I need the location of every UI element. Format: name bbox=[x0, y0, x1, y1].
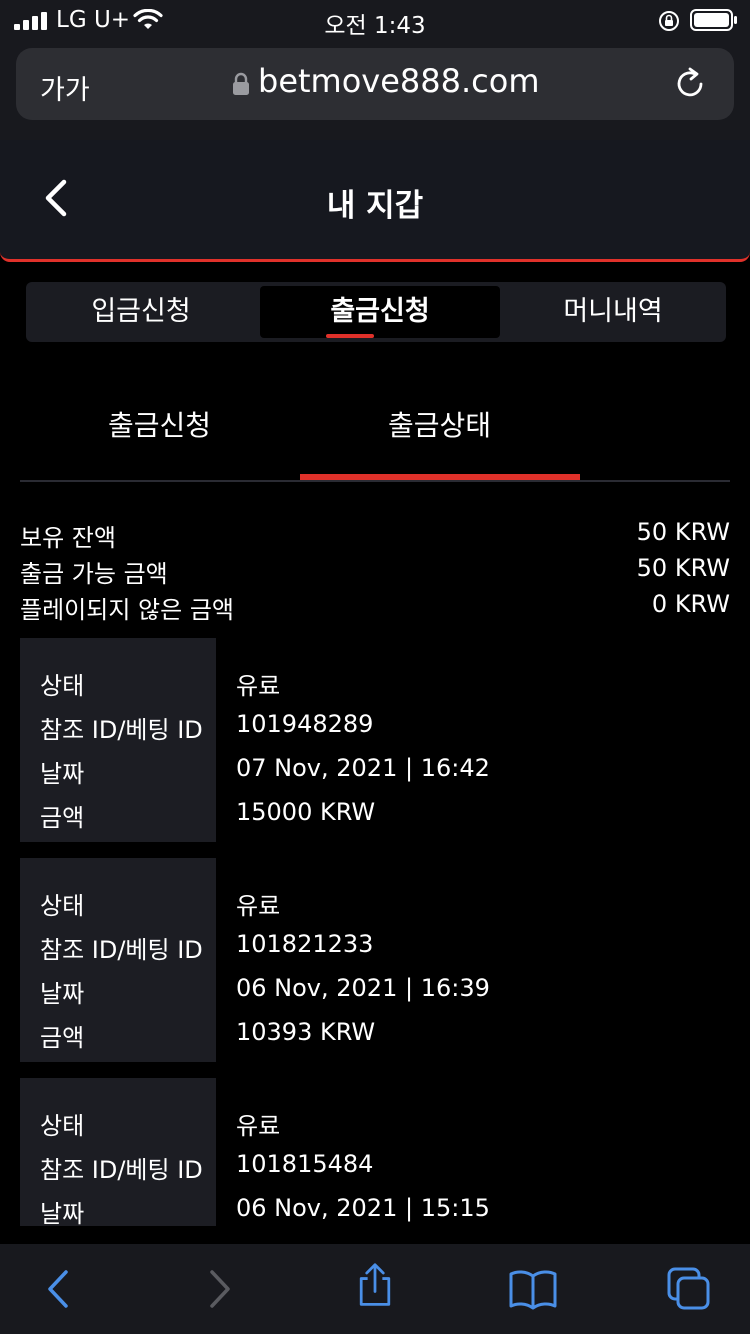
status-bar: LG U+ 오전 1:43 bbox=[0, 0, 750, 40]
status-value: 유료 bbox=[236, 672, 281, 700]
orientation-lock-icon bbox=[659, 11, 679, 31]
summary-label: 출금 가능 금액 bbox=[20, 560, 168, 588]
browser-top-bar: 가가 betmove888.com bbox=[0, 40, 750, 140]
summary-label: 플레이되지 않은 금액 bbox=[20, 596, 234, 624]
back-arrow-icon[interactable] bbox=[36, 1266, 82, 1312]
summary-withdrawable: 출금 가능 금액 50 KRW bbox=[20, 554, 730, 590]
amount-value: 10393 KRW bbox=[236, 1018, 376, 1046]
page-title: 내 지갑 bbox=[326, 188, 424, 224]
summary-held-balance: 보유 잔액 50 KRW bbox=[20, 518, 730, 554]
summary-value: 50 KRW bbox=[636, 554, 730, 582]
date-value: 06 Nov, 2021 | 15:15 bbox=[236, 1194, 490, 1222]
status-time: 오전 1:43 bbox=[324, 13, 426, 39]
subtab-withdraw-request[interactable]: 출금신청 bbox=[108, 404, 211, 444]
active-tab-indicator bbox=[326, 334, 374, 338]
ref-label: 참조 ID/베팅 ID bbox=[40, 716, 203, 744]
status-value: 유료 bbox=[236, 1112, 281, 1140]
address-bar[interactable]: 가가 betmove888.com bbox=[16, 48, 734, 120]
ref-value: 101948289 bbox=[236, 710, 374, 738]
summary-label: 보유 잔액 bbox=[20, 524, 116, 552]
battery-icon bbox=[690, 9, 737, 31]
page-header: 내 지갑 bbox=[0, 140, 750, 262]
subtab-divider bbox=[20, 480, 730, 482]
reload-icon[interactable] bbox=[672, 66, 708, 102]
bookmarks-icon[interactable] bbox=[508, 1266, 558, 1312]
tab-deposit[interactable]: 입금신청 bbox=[26, 286, 256, 338]
active-subtab-indicator bbox=[300, 474, 580, 480]
text-size-button[interactable]: 가가 bbox=[40, 68, 90, 107]
summary-unplayed: 플레이되지 않은 금액 0 KRW bbox=[20, 590, 730, 626]
ref-label: 참조 ID/베팅 ID bbox=[40, 1156, 203, 1184]
tab-money-history[interactable]: 머니내역 bbox=[500, 286, 726, 338]
date-value: 07 Nov, 2021 | 16:42 bbox=[236, 754, 490, 782]
forward-arrow-icon bbox=[210, 1270, 230, 1308]
ref-value: 101815484 bbox=[236, 1150, 374, 1178]
browser-bottom-toolbar bbox=[0, 1244, 750, 1334]
date-label: 날짜 bbox=[40, 760, 85, 788]
url-text[interactable]: betmove888.com bbox=[258, 62, 540, 100]
withdraw-history-list[interactable]: 상태 유료 참조 ID/베팅 ID 101948289 날짜 07 Nov, 2… bbox=[0, 638, 750, 1226]
amount-value: 15000 KRW bbox=[236, 798, 376, 826]
status-value: 유료 bbox=[236, 892, 281, 920]
date-value: 06 Nov, 2021 | 16:39 bbox=[236, 974, 490, 1002]
padlock-icon bbox=[233, 72, 249, 95]
status-label: 상태 bbox=[40, 672, 85, 700]
date-label: 날짜 bbox=[40, 980, 85, 1008]
amount-label: 금액 bbox=[40, 1024, 85, 1052]
subtab-withdraw-status[interactable]: 출금상태 bbox=[388, 404, 491, 444]
summary-value: 0 KRW bbox=[651, 590, 730, 618]
status-label: 상태 bbox=[40, 1112, 85, 1140]
status-label: 상태 bbox=[40, 892, 85, 920]
tabs-icon[interactable] bbox=[666, 1266, 712, 1312]
history-card: 상태 유료 참조 ID/베팅 ID 101948289 날짜 07 Nov, 2… bbox=[20, 638, 730, 842]
tab-withdraw[interactable]: 출금신청 bbox=[260, 286, 500, 338]
history-card: 상태 유료 참조 ID/베팅 ID 101815484 날짜 06 Nov, 2… bbox=[20, 1078, 730, 1226]
ref-value: 101821233 bbox=[236, 930, 374, 958]
ref-label: 참조 ID/베팅 ID bbox=[40, 936, 203, 964]
history-card: 상태 유료 참조 ID/베팅 ID 101821233 날짜 06 Nov, 2… bbox=[20, 858, 730, 1062]
main-tabs: 입금신청 출금신청 머니내역 bbox=[26, 282, 726, 342]
date-label: 날짜 bbox=[40, 1200, 85, 1226]
share-icon[interactable] bbox=[352, 1262, 398, 1308]
summary-value: 50 KRW bbox=[636, 518, 730, 546]
amount-label: 금액 bbox=[40, 804, 85, 832]
